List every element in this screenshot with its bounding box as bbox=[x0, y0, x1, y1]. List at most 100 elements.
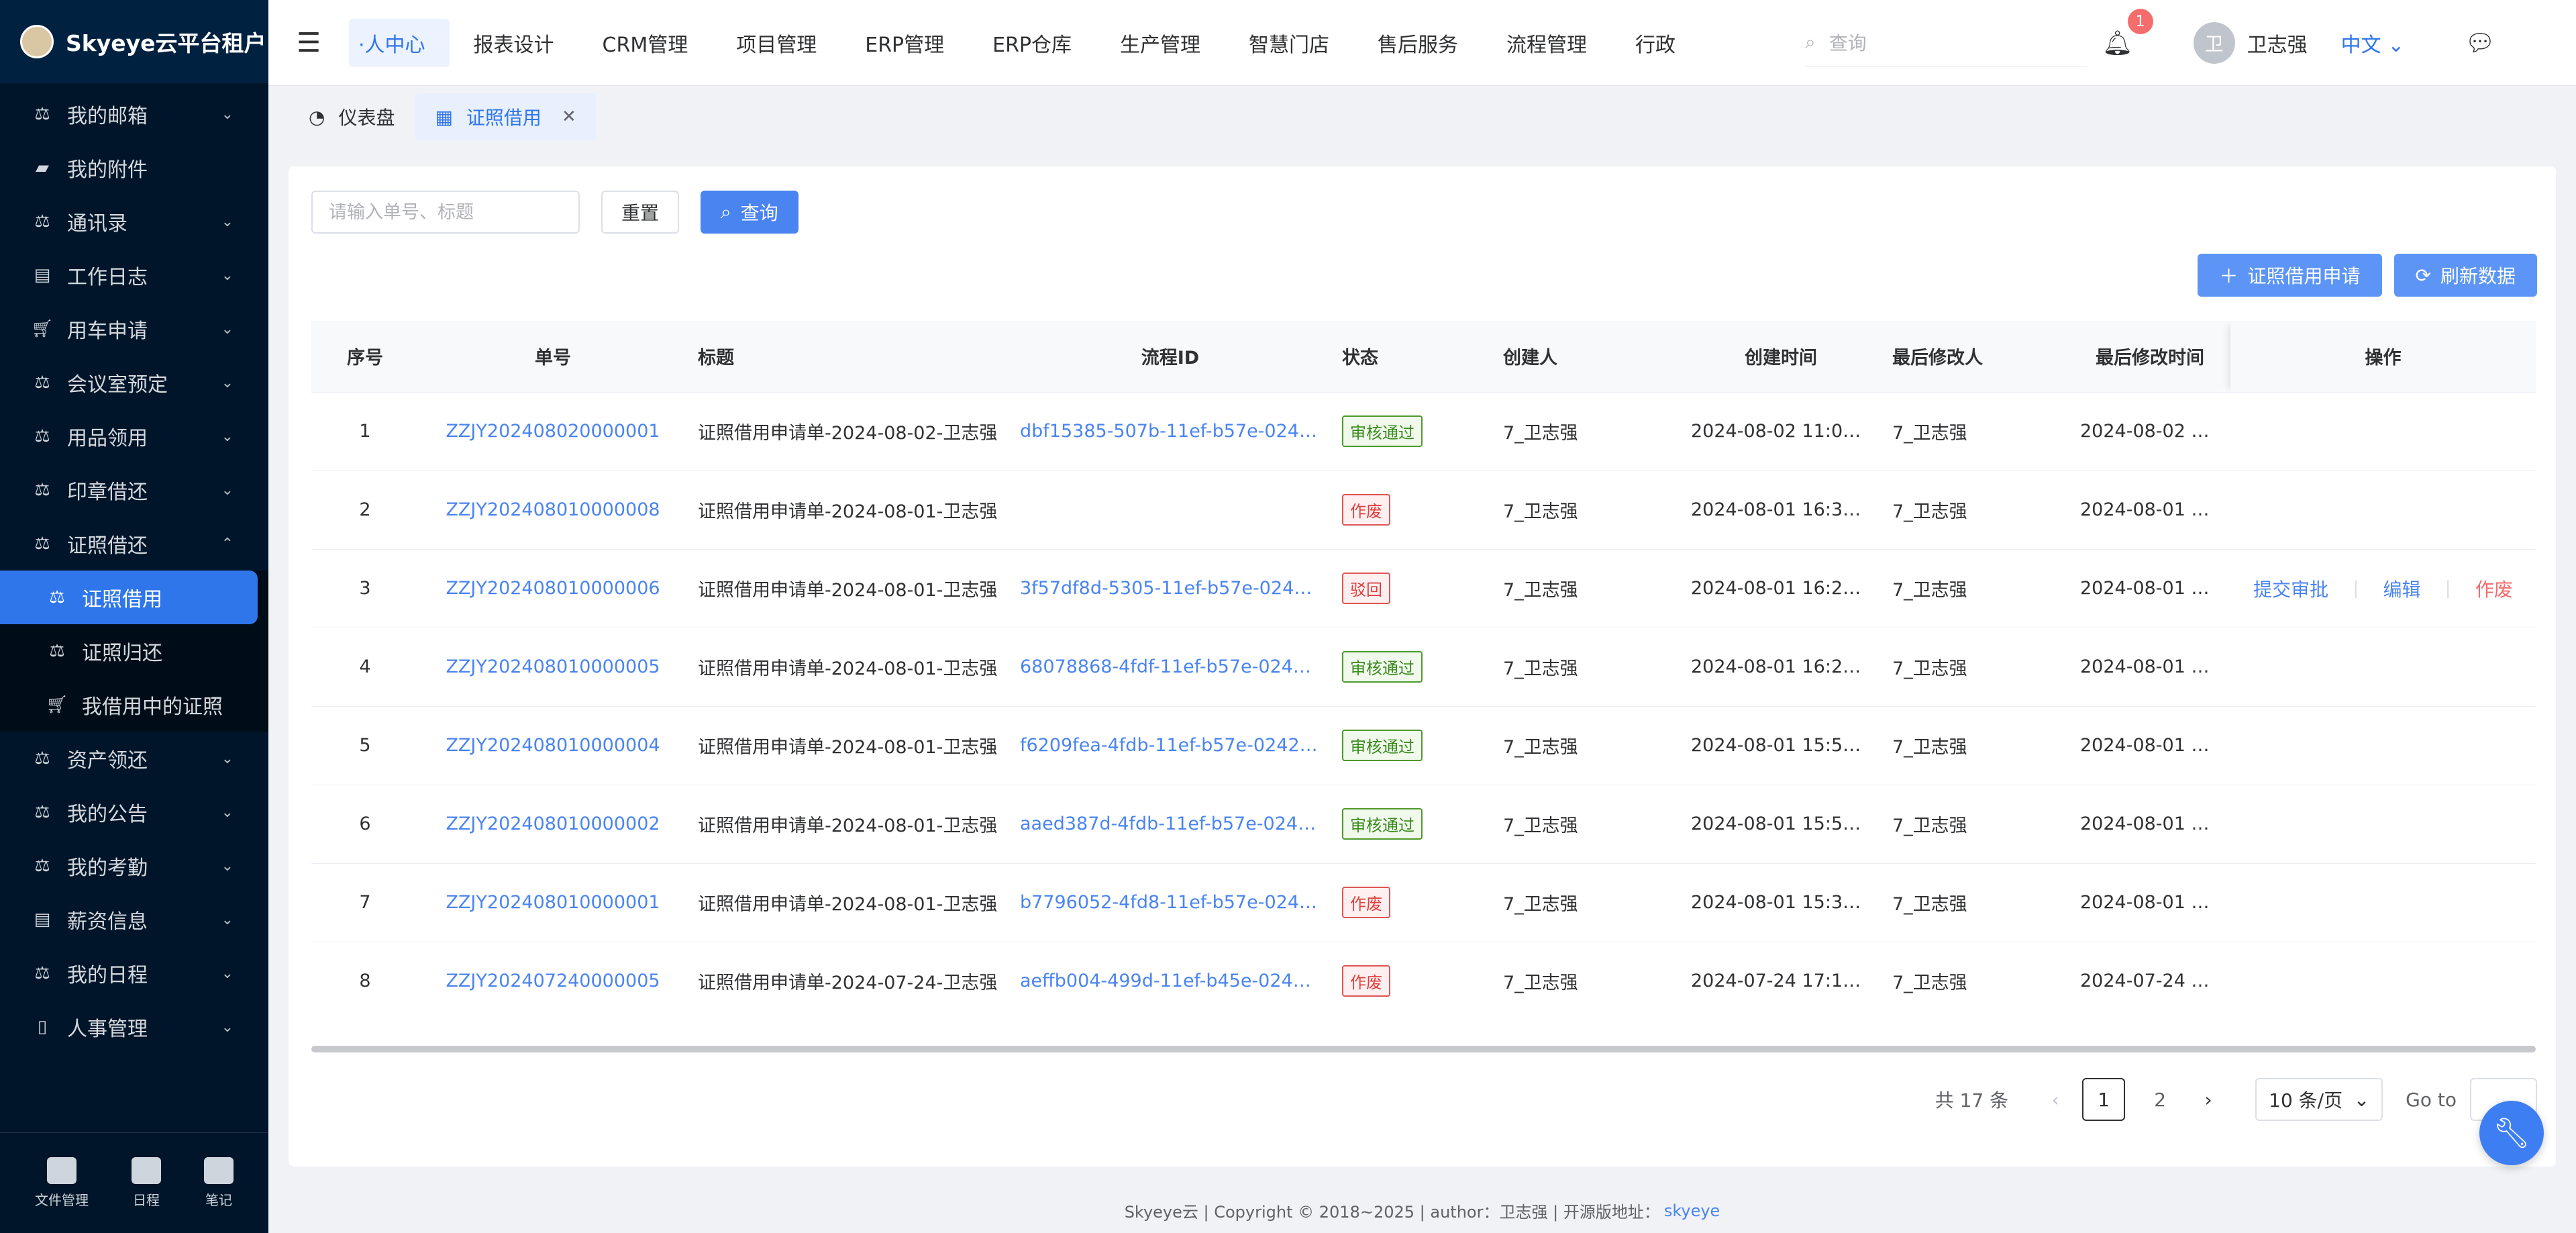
sidebar-footer-item[interactable]: 文件管理 bbox=[35, 1157, 89, 1209]
sidebar-footer-item[interactable]: 笔记 bbox=[204, 1157, 234, 1209]
submit-approval-button[interactable]: 提交审批 bbox=[2253, 575, 2328, 602]
table-row[interactable]: 3 ZZJY202408010000006 证照借用申请单-2024-08-01-卫… bbox=[311, 549, 2536, 628]
reset-button[interactable]: 重置 bbox=[601, 191, 680, 234]
close-icon[interactable]: ✕ bbox=[562, 107, 576, 127]
order-number-link[interactable]: ZZJY202408010000008 bbox=[446, 499, 660, 520]
page-tag-label: 证照借用 bbox=[466, 107, 542, 129]
refresh-button[interactable]: ⟳ 刷新数据 bbox=[2393, 254, 2537, 297]
row-actions-cell bbox=[2230, 785, 2536, 864]
sidebar-item[interactable]: ▤ 薪资信息 ⌄ bbox=[0, 893, 268, 946]
sidebar-item-label: 我的公告 bbox=[67, 803, 148, 826]
flow-id-link[interactable]: 3f57df8d-5305-11ef-b57e-024286... bbox=[1020, 578, 1331, 599]
search-input[interactable] bbox=[311, 191, 580, 234]
order-number-link[interactable]: ZZJY202408010000004 bbox=[446, 735, 660, 756]
table-row[interactable]: 4 ZZJY202408010000005 证照借用申请单-2024-08-01-卫… bbox=[311, 628, 2536, 707]
sidebar-item[interactable]: ⚖ 证照归还 bbox=[0, 624, 268, 678]
status-badge: 作废 bbox=[1342, 965, 1390, 997]
next-page-icon[interactable]: › bbox=[2188, 1089, 2228, 1111]
module-tab[interactable]: 售后服务 bbox=[1353, 19, 1482, 67]
page-size-label: 10 条/页 bbox=[2269, 1089, 2343, 1112]
order-number-link[interactable]: ZZJY202407240000005 bbox=[446, 971, 660, 991]
row-created-time: 2024-08-01 16:24:01 bbox=[1691, 656, 1882, 677]
module-tab[interactable]: ERP仓库 bbox=[968, 19, 1096, 67]
order-number-link[interactable]: ZZJY202408010000006 bbox=[446, 578, 660, 599]
module-tab[interactable]: ERP管理 bbox=[841, 19, 968, 67]
cart-icon: 🛒︎ bbox=[46, 695, 68, 715]
page-number[interactable]: 1 bbox=[2082, 1078, 2126, 1121]
order-number-link[interactable]: ZZJY202408010000005 bbox=[446, 656, 660, 677]
row-creator-cell: 7_卫志强 bbox=[1492, 549, 1680, 628]
order-number-link[interactable]: ZZJY202408010000001 bbox=[446, 892, 660, 913]
row-index-cell: 7 bbox=[311, 863, 419, 942]
module-tab[interactable]: 流程管理 bbox=[1482, 19, 1611, 67]
row-modified-time: 2024-08-02 11:03:41 bbox=[2080, 421, 2230, 442]
username[interactable]: 卫志强 bbox=[2247, 28, 2308, 58]
module-tab[interactable]: 行政 bbox=[1611, 19, 1700, 67]
module-tab[interactable]: 项目管理 bbox=[712, 19, 841, 67]
flow-id-link[interactable]: 68078868-4fdf-11ef-b57e-024286... bbox=[1020, 656, 1331, 677]
sidebar-item-label: 人事管理 bbox=[67, 1018, 148, 1041]
sidebar-item[interactable]: ⚖ 用品领用 ⌄ bbox=[0, 409, 268, 463]
flow-id-link[interactable]: aaed387d-4fdb-11ef-b57e-02428... bbox=[1020, 813, 1331, 834]
menu-collapse-icon[interactable]: ☰ bbox=[268, 28, 349, 58]
sidebar-item[interactable]: 🛒︎ 用车申请 ⌄ bbox=[0, 302, 268, 356]
module-tab[interactable]: CRM管理 bbox=[578, 19, 713, 67]
tool-fab-icon[interactable]: 🔧︎ bbox=[2479, 1101, 2544, 1165]
sidebar-item[interactable]: ⚖ 我的公告 ⌄ bbox=[0, 785, 268, 839]
module-tab[interactable]: ·人中心 bbox=[349, 18, 450, 67]
prev-page-icon[interactable]: ‹ bbox=[2035, 1089, 2075, 1111]
sidebar-item-label: 用车申请 bbox=[67, 319, 148, 343]
table-row[interactable]: 2 ZZJY202408010000008 证照借用申请单-2024-08-01-卫… bbox=[311, 471, 2536, 550]
edit-button[interactable]: 编辑 bbox=[2383, 575, 2420, 602]
flow-id-link[interactable]: aeffb004-499d-11ef-b45e-024286... bbox=[1020, 971, 1331, 991]
query-button[interactable]: ⌕ 查询 bbox=[701, 191, 798, 234]
chat-icon[interactable]: 💬︎ bbox=[2465, 29, 2495, 57]
page-size-select[interactable]: 10 条/页 ⌄ bbox=[2255, 1078, 2383, 1121]
avatar[interactable]: 卫 bbox=[2193, 22, 2235, 64]
sidebar-item[interactable]: ⚖ 我的考勤 ⌄ bbox=[0, 839, 268, 893]
pagination: 共 17 条 ‹ 12 › 10 条/页 ⌄ Go to bbox=[1935, 1078, 2537, 1121]
brand[interactable]: Skyeye云平台租户 bbox=[0, 0, 268, 83]
flow-id-link[interactable]: dbf15385-507b-11ef-b57e-02428... bbox=[1020, 421, 1331, 442]
module-tab[interactable]: 智慧门店 bbox=[1225, 19, 1353, 67]
language-select[interactable]: 中文 ⌄ bbox=[2341, 28, 2405, 58]
order-number-link[interactable]: ZZJY202408020000001 bbox=[446, 421, 660, 442]
sidebar-item[interactable]: ⚖ 证照借还 ⌃ bbox=[0, 517, 268, 571]
void-button[interactable]: 作废 bbox=[2475, 575, 2513, 602]
sidebar-item[interactable]: ⚖ 证照借用 bbox=[0, 571, 258, 624]
page-tag[interactable]: ◔ 仪表盘 bbox=[289, 93, 415, 140]
footer-link[interactable]: skyeye bbox=[1664, 1201, 1720, 1220]
add-license-borrow-button[interactable]: ＋ 证照借用申请 bbox=[2198, 254, 2382, 297]
sidebar-item[interactable]: ⚖ 我的邮箱 ⌄ bbox=[0, 87, 268, 141]
sidebar-item[interactable]: ⚖ 会议室预定 ⌄ bbox=[0, 356, 268, 409]
sidebar-item[interactable]: ⚖ 通讯录 ⌄ bbox=[0, 195, 268, 248]
order-number-link-cell: ZZJY202407240000005 bbox=[419, 942, 687, 1009]
sidebar-item[interactable]: ⚖ 资产领还 ⌄ bbox=[0, 732, 268, 785]
flow-id-link[interactable]: b7796052-4fd8-11ef-b57e-02428... bbox=[1020, 892, 1331, 913]
flow-id-link[interactable]: f6209fea-4fdb-11ef-b57e-024286... bbox=[1020, 735, 1331, 756]
sidebar-footer-item[interactable]: 日程 bbox=[132, 1157, 161, 1209]
sidebar-item[interactable]: ⚖ 我的日程 ⌄ bbox=[0, 946, 268, 1000]
order-number-link[interactable]: ZZJY202408010000002 bbox=[446, 813, 660, 834]
row-title-cell: 证照借用申请单-2024-08-01-卫志强 bbox=[687, 628, 1009, 707]
page-number[interactable]: 2 bbox=[2139, 1078, 2181, 1121]
table-row[interactable]: 7 ZZJY202408010000001 证照借用申请单-2024-08-01-卫… bbox=[311, 863, 2536, 942]
sidebar-item[interactable]: ▰ 我的附件 bbox=[0, 141, 268, 195]
table-row[interactable]: 5 ZZJY202408010000004 证照借用申请单-2024-08-01-卫… bbox=[311, 706, 2536, 785]
row-modifier: 7_卫志强 bbox=[1892, 816, 1967, 836]
notification-bell-icon[interactable]: 🔔︎ 1 bbox=[2102, 9, 2153, 57]
sidebar-item[interactable]: ▯ 人事管理 ⌄ bbox=[0, 1000, 268, 1054]
sidebar-item[interactable]: 🛒︎ 我借用中的证照 bbox=[0, 678, 268, 732]
column-header: 标题 bbox=[687, 321, 1009, 393]
table-row[interactable]: 1 ZZJY202408020000001 证照借用申请单-2024-08-02-卫… bbox=[311, 392, 2536, 471]
module-tab[interactable]: 生产管理 bbox=[1096, 19, 1225, 67]
sidebar-item[interactable]: ▤ 工作日志 ⌄ bbox=[0, 248, 268, 302]
sidebar-footer-label: 笔记 bbox=[205, 1192, 232, 1208]
horizontal-scrollbar[interactable] bbox=[311, 1046, 2536, 1052]
table-row[interactable]: 8 ZZJY202407240000005 证照借用申请单-2024-07-24-卫… bbox=[311, 942, 2536, 1009]
page-tag[interactable]: ▦ 证照借用 ✕ bbox=[415, 93, 597, 140]
top-search[interactable]: ⌕ 查询 bbox=[1805, 19, 2087, 67]
table-row[interactable]: 6 ZZJY202408010000002 证照借用申请单-2024-08-01-卫… bbox=[311, 785, 2536, 864]
sidebar-item[interactable]: ⚖ 印章借还 ⌄ bbox=[0, 463, 268, 517]
module-tab[interactable]: 报表设计 bbox=[450, 19, 578, 67]
